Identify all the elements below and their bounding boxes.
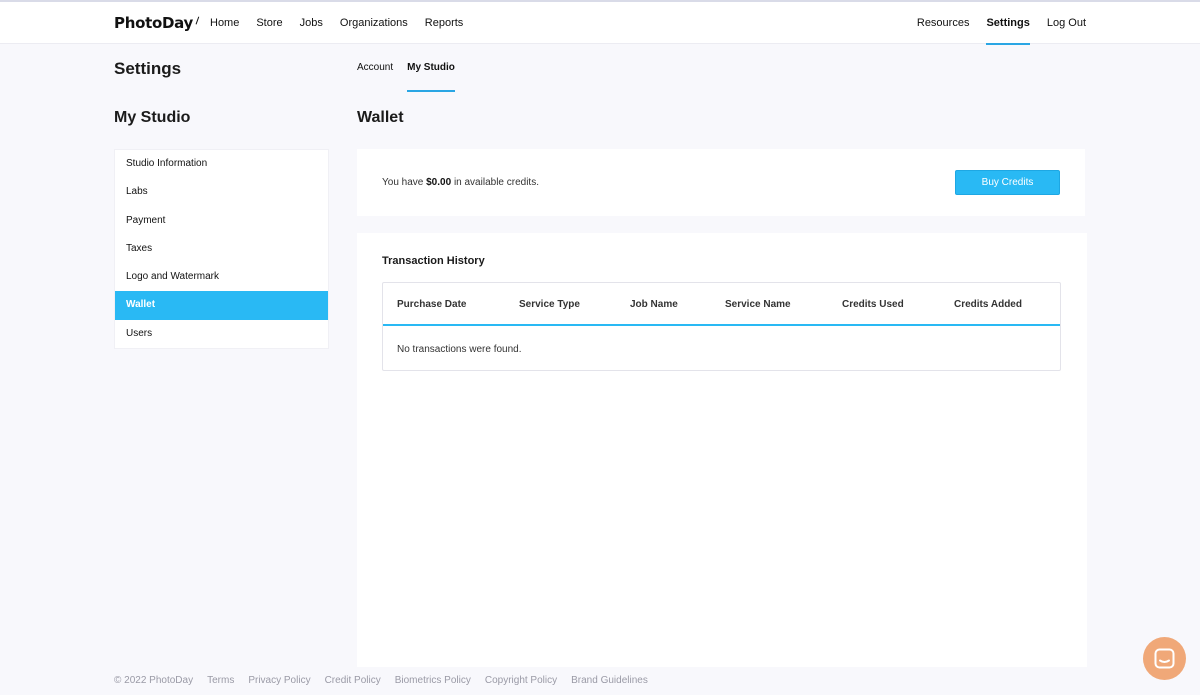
sidebar-item-wallet[interactable]: Wallet (115, 291, 328, 320)
footer-link-privacy-policy[interactable]: Privacy Policy (248, 675, 310, 686)
chat-launcher-button[interactable] (1143, 637, 1186, 680)
nav-settings[interactable]: Settings (986, 2, 1031, 45)
sidebar-menu: Studio Information Labs Payment Taxes Lo… (114, 149, 329, 350)
nav-reports[interactable]: Reports (425, 2, 464, 44)
transactions-table: Purchase Date Service Type Job Name Serv… (382, 282, 1061, 371)
footer-copyright: © 2022 PhotoDay (114, 675, 194, 686)
table-header: Purchase Date Service Type Job Name Serv… (383, 283, 1060, 326)
account-nav: Resources Settings Log Out (900, 2, 1086, 45)
chat-bubble-icon (1154, 648, 1175, 669)
column-credits-used[interactable]: Credits Used (842, 299, 904, 310)
sidebar-item-payment[interactable]: Payment (115, 207, 328, 235)
settings-tabs: Account My Studio (357, 57, 469, 93)
sidebar-item-taxes[interactable]: Taxes (115, 235, 328, 263)
column-purchase-date[interactable]: Purchase Date (397, 299, 466, 310)
footer-link-biometrics-policy[interactable]: Biometrics Policy (395, 675, 471, 686)
tab-account[interactable]: Account (357, 57, 393, 93)
column-credits-added[interactable]: Credits Added (954, 299, 1022, 310)
nav-home[interactable]: Home (210, 2, 239, 44)
photoday-logo[interactable]: PhotoDay (114, 14, 200, 32)
credits-card: You have $0.00 in available credits. Buy… (357, 149, 1085, 216)
nav-organizations[interactable]: Organizations (340, 2, 408, 44)
buy-credits-button[interactable]: Buy Credits (955, 170, 1060, 195)
footer: © 2022 PhotoDay Terms Privacy Policy Cre… (114, 675, 662, 686)
footer-link-brand-guidelines[interactable]: Brand Guidelines (571, 675, 648, 686)
wallet-title: Wallet (357, 109, 404, 126)
credits-suffix: in available credits. (453, 177, 539, 188)
column-service-name[interactable]: Service Name (725, 299, 791, 310)
footer-link-credit-policy[interactable]: Credit Policy (325, 675, 381, 686)
footer-link-copyright-policy[interactable]: Copyright Policy (485, 675, 557, 686)
transaction-history-title: Transaction History (382, 255, 485, 267)
logo-tick (192, 15, 200, 25)
sidebar-item-logo-and-watermark[interactable]: Logo and Watermark (115, 263, 328, 291)
page-title: Settings (114, 59, 182, 78)
credits-amount: $0.00 (426, 177, 452, 188)
column-service-type[interactable]: Service Type (519, 299, 580, 310)
top-navbar: PhotoDay Home Store Jobs Organizations R… (0, 2, 1200, 45)
empty-state-message: No transactions were found. (397, 344, 522, 355)
sidebar-item-labs[interactable]: Labs (115, 178, 328, 206)
nav-logout[interactable]: Log Out (1047, 2, 1086, 44)
footer-link-terms[interactable]: Terms (207, 675, 234, 686)
nav-store[interactable]: Store (256, 2, 282, 44)
main-nav: Home Store Jobs Organizations Reports (210, 2, 480, 44)
credits-summary: You have $0.00 in available credits. (382, 177, 539, 188)
nav-resources[interactable]: Resources (917, 2, 970, 44)
sidebar-item-users[interactable]: Users (115, 320, 328, 348)
sidebar-item-studio-information[interactable]: Studio Information (115, 150, 328, 178)
column-job-name[interactable]: Job Name (630, 299, 678, 310)
tab-my-studio[interactable]: My Studio (407, 57, 455, 93)
credits-prefix: You have (382, 177, 424, 188)
transaction-history-card: Transaction History Purchase Date Servic… (357, 233, 1087, 667)
sidebar-title: My Studio (114, 109, 191, 126)
nav-jobs[interactable]: Jobs (300, 2, 323, 44)
